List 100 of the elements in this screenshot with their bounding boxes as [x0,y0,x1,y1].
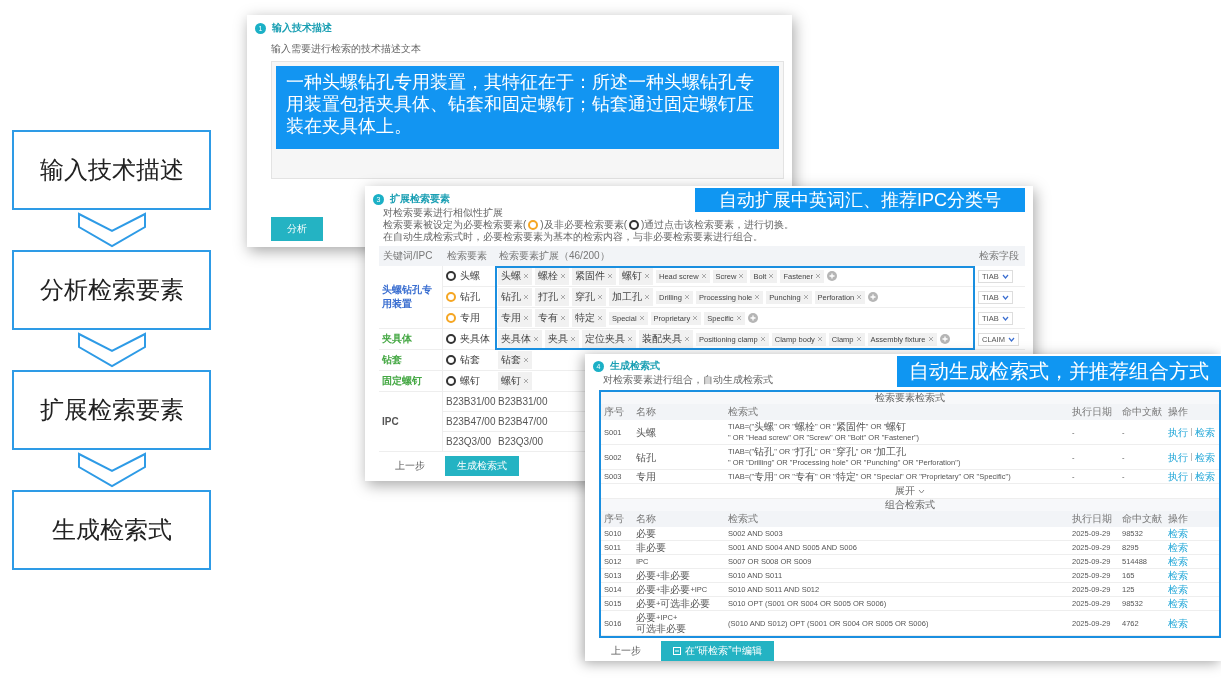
ipc-code: B23B31/00 [498,396,548,407]
flow-step: 扩展检索要素 [12,370,211,450]
element-toggle[interactable]: 钻套 [446,353,480,367]
keyword-tag[interactable]: 专有 [535,309,569,327]
ipc-code: B23B31/00 [446,396,496,407]
intro-text: 对检索要素进行相似性扩展 [383,207,503,219]
ipc-code: B23Q3/00 [498,436,544,447]
remove-icon[interactable] [597,315,603,321]
column-header: 名称 [633,404,725,420]
keyword-tag[interactable]: 夹具 [545,330,579,348]
step-title: 扩展检索要素 [390,192,450,206]
remove-icon[interactable] [927,336,934,342]
element-toggle[interactable]: 夹具体 [446,332,490,346]
remove-icon[interactable] [692,315,699,321]
step-title: 输入技术描述 [272,21,332,35]
keyword-tag[interactable]: 特定 [572,309,606,327]
add-icon[interactable] [747,313,758,323]
ipc-code: B23Q3/00 [446,436,492,447]
add-icon[interactable] [827,271,837,281]
remove-icon[interactable] [754,294,761,300]
remove-icon[interactable] [700,273,707,279]
keyword-tag[interactable]: 钻套 [498,351,532,369]
remove-icon[interactable] [523,315,529,321]
remove-icon[interactable] [597,294,603,300]
keyword-tag[interactable]: 专用 [498,309,532,327]
element-toggle[interactable]: 钻孔 [446,290,480,304]
remove-icon[interactable] [735,315,742,321]
keyword-tag[interactable]: 穿孔 [572,288,606,306]
column-header: 执行日期 [1069,404,1119,420]
chevron-down-icon [918,488,925,494]
table-cell: 必要 [633,527,725,541]
note-text: 在自动生成检索式时，必要检索要素为基本的检索内容，与非必要检索要素进行组合。 [383,231,763,243]
column-header: 命中文献 [1119,511,1165,527]
keyword-text: 钻套 [382,353,402,367]
element-toggle[interactable]: 螺钉 [446,374,480,388]
add-icon[interactable] [939,334,950,344]
remove-icon[interactable] [684,336,690,342]
remove-icon[interactable] [638,315,645,321]
column-header: 执行日期 [1069,511,1119,527]
remove-icon[interactable] [560,315,566,321]
remove-icon[interactable] [523,357,529,363]
remove-icon[interactable] [644,294,650,300]
caret-icon [1001,294,1009,300]
remove-icon[interactable] [560,294,566,300]
section-title: 组合检索式 [885,499,935,510]
remove-icon[interactable] [523,378,529,384]
column-header: 序号 [601,404,633,420]
step-subtitle: 对检索要素进行组合，自动生成检索式 [603,374,773,386]
flow-step: 输入技术描述 [12,130,211,210]
keyword-tag[interactable]: 螺钉 [498,372,532,390]
down-chevron-icon [76,452,147,488]
flow-step: 分析检索要素 [12,250,211,330]
callout-banner: 自动生成检索式，并推荐组合方式 [897,356,1221,387]
caret-icon [1001,273,1009,279]
keyword-tag[interactable]: 夹具体 [498,330,542,348]
remove-icon[interactable] [560,273,566,279]
keyword-text: 头螺钻孔专用装置 [382,283,433,311]
element-toggle[interactable]: 头螺 [446,269,480,283]
element-toggle[interactable]: 专用 [446,311,480,325]
remove-icon[interactable] [768,273,775,279]
keyword-tag[interactable]: 钻孔 [498,288,532,306]
column-header: 序号 [601,511,633,527]
remove-icon[interactable] [523,294,529,300]
remove-icon[interactable] [607,273,613,279]
keyword-tag[interactable]: 装配夹具 [639,330,693,348]
column-header: 检索式 [725,404,1069,420]
remove-icon[interactable] [523,273,529,279]
remove-icon[interactable] [802,294,809,300]
column-header: 操作 [1165,511,1219,527]
remove-icon[interactable] [533,336,539,342]
edit-icon [673,647,681,655]
column-header: 检索式 [725,511,1069,527]
remove-icon[interactable] [570,336,576,342]
ipc-code: B23B47/00 [498,416,548,427]
table-cell: 头螺 [633,420,725,445]
remove-icon[interactable] [815,273,821,279]
down-chevron-icon [76,332,147,368]
column-header: 关键词/IPC [379,246,443,266]
keyword-tag[interactable]: 加工孔 [609,288,653,306]
description-text: 一种头螺钻孔专用装置，其特征在于：所述一种头螺钻孔专用装置包括夹具体、钻套和固定螺钉；钻套通过固定螺钉压装在夹具体上。 [276,66,779,149]
legend-text: 检索要素被设定为必要检索要素( )及非必要检索要素( )通过点击该检索要素，进行切换。 [383,219,795,231]
keyword-tag[interactable]: 打孔 [535,288,569,306]
remove-icon[interactable] [855,336,862,342]
remove-icon[interactable] [738,273,745,279]
expand-button[interactable]: 展开 [891,484,929,498]
column-header: 名称 [633,511,725,527]
remove-icon[interactable] [683,294,690,300]
remove-icon[interactable] [856,294,863,300]
remove-icon[interactable] [816,336,823,342]
keyword-text: 夹具体 [382,332,412,346]
down-chevron-icon [76,212,147,248]
add-icon[interactable] [868,292,879,302]
caret-icon [1001,315,1009,321]
remove-icon[interactable] [627,336,633,342]
keyword-text: IPC [382,416,399,427]
remove-icon[interactable] [759,336,766,342]
callout-banner: 自动扩展中英词汇、推荐IPC分类号 [695,188,1025,212]
remove-icon[interactable] [644,273,650,279]
keyword-tag[interactable]: 定位夹具 [582,330,636,348]
ipc-code: B23B47/00 [446,416,496,427]
